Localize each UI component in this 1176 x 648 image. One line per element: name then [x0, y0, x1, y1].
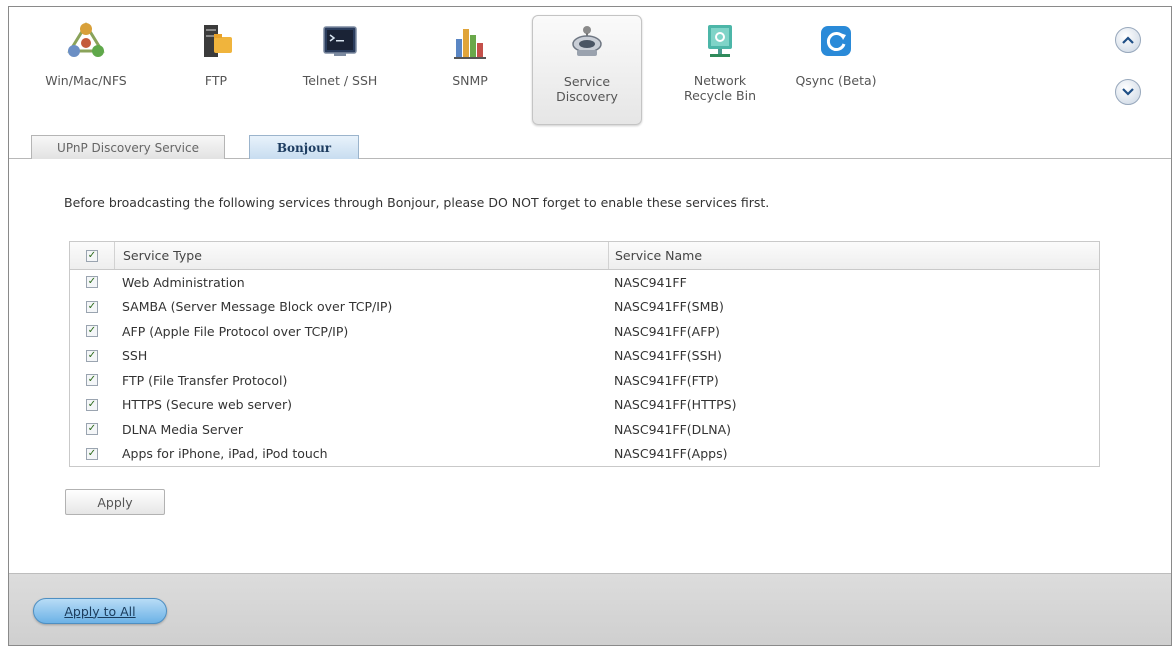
service-name-cell: NASC941FF(DLNA) — [614, 421, 732, 437]
snmp-chart-icon — [454, 29, 486, 59]
service-type-cell: FTP (File Transfer Protocol) — [122, 372, 288, 388]
toolbar-item-label: Service Discovery — [556, 74, 618, 104]
service-discovery-icon — [572, 26, 602, 56]
service-type-cell: SSH — [122, 348, 148, 364]
recycle-bin-icon — [708, 25, 732, 57]
apply-button[interactable]: Apply — [65, 489, 165, 515]
toolbar-item-ftp[interactable]: FTP — [161, 15, 271, 125]
tab-upnp-discovery-service[interactable]: UPnP Discovery Service — [31, 135, 225, 159]
bonjour-notice: Before broadcasting the following servic… — [64, 195, 770, 210]
table-row: ✓ FTP (File Transfer Protocol) NASC941FF… — [70, 368, 1099, 393]
scroll-down-button[interactable] — [1115, 79, 1141, 105]
footer-bar: Apply to All — [9, 573, 1171, 645]
terminal-icon — [323, 26, 357, 56]
table-header: ✓ Service Type Service Name — [70, 242, 1099, 270]
header-service-name: Service Name — [608, 242, 1099, 269]
toolbar-item-snmp[interactable]: SNMP — [415, 15, 525, 125]
service-type-cell: DLNA Media Server — [122, 421, 243, 437]
chevron-down-icon — [1122, 88, 1134, 96]
table-row: ✓ SSH NASC941FF(SSH) — [70, 344, 1099, 369]
service-name-cell: NASC941FF(FTP) — [614, 372, 719, 388]
toolbar-item-label: Telnet / SSH — [302, 73, 378, 88]
toolbar-item-label: Win/Mac/NFS — [45, 73, 127, 88]
tab-bar: UPnP Discovery Service Bonjour — [9, 133, 1171, 159]
chevron-up-icon — [1122, 36, 1134, 44]
settings-window: Win/Mac/NFS FTP Telnet / SSH SNMP Servic… — [8, 6, 1172, 646]
service-type-cell: AFP (Apple File Protocol over TCP/IP) — [122, 323, 349, 339]
toolbar-item-telnet-ssh[interactable]: Telnet / SSH — [285, 15, 395, 125]
ftp-server-icon — [204, 25, 232, 57]
row-checkbox[interactable]: ✓ — [86, 349, 98, 362]
toolbar-item-network-recycle-bin[interactable]: Network Recycle Bin — [665, 15, 775, 125]
row-checkbox[interactable]: ✓ — [86, 300, 98, 313]
toolbar-item-label: Qsync (Beta) — [795, 73, 877, 88]
toolbar-item-qsync[interactable]: Qsync (Beta) — [781, 15, 891, 125]
toolbar-item-label: FTP — [204, 73, 228, 88]
table-row: ✓ HTTPS (Secure web server) NASC941FF(HT… — [70, 393, 1099, 418]
toolbar-item-service-discovery[interactable]: Service Discovery — [532, 15, 642, 125]
service-type-cell: Web Administration — [122, 274, 245, 290]
service-name-cell: NASC941FF(HTTPS) — [614, 397, 737, 413]
row-checkbox[interactable]: ✓ — [86, 276, 98, 289]
service-type-cell: HTTPS (Secure web server) — [122, 397, 292, 413]
table-row: ✓ Web Administration NASC941FF — [70, 270, 1099, 295]
tab-bonjour[interactable]: Bonjour — [249, 135, 359, 159]
network-share-icon — [67, 22, 105, 57]
table-row: ✓ SAMBA (Server Message Block over TCP/I… — [70, 295, 1099, 320]
service-name-cell: NASC941FF(AFP) — [614, 323, 720, 339]
table-row: ✓ AFP (Apple File Protocol over TCP/IP) … — [70, 319, 1099, 344]
services-table: ✓ Service Type Service Name ✓ Web Admini… — [69, 241, 1100, 467]
table-row: ✓ DLNA Media Server NASC941FF(DLNA) — [70, 417, 1099, 442]
header-service-type: Service Type — [114, 242, 608, 269]
qsync-icon — [821, 26, 851, 56]
service-name-cell: NASC941FF(Apps) — [614, 446, 728, 462]
row-checkbox[interactable]: ✓ — [86, 374, 98, 387]
scroll-up-button[interactable] — [1115, 27, 1141, 53]
table-row: ✓ Apps for iPhone, iPad, iPod touch NASC… — [70, 442, 1099, 467]
row-checkbox[interactable]: ✓ — [86, 325, 98, 338]
row-checkbox[interactable]: ✓ — [86, 398, 98, 411]
toolbar-item-win-mac-nfs[interactable]: Win/Mac/NFS — [31, 15, 141, 125]
apply-to-all-button[interactable]: Apply to All — [33, 598, 167, 624]
service-name-cell: NASC941FF — [614, 274, 687, 290]
service-type-cell: SAMBA (Server Message Block over TCP/IP) — [122, 299, 393, 315]
service-type-cell: Apps for iPhone, iPad, iPod touch — [122, 446, 328, 462]
service-name-cell: NASC941FF(SMB) — [614, 299, 724, 315]
service-toolbar: Win/Mac/NFS FTP Telnet / SSH SNMP Servic… — [9, 7, 1171, 153]
service-name-cell: NASC941FF(SSH) — [614, 348, 722, 364]
toolbar-item-label: Network Recycle Bin — [683, 73, 757, 103]
toolbar-item-label: SNMP — [452, 73, 488, 88]
row-checkbox[interactable]: ✓ — [86, 423, 98, 436]
select-all-checkbox[interactable]: ✓ — [86, 249, 98, 262]
row-checkbox[interactable]: ✓ — [86, 447, 98, 460]
